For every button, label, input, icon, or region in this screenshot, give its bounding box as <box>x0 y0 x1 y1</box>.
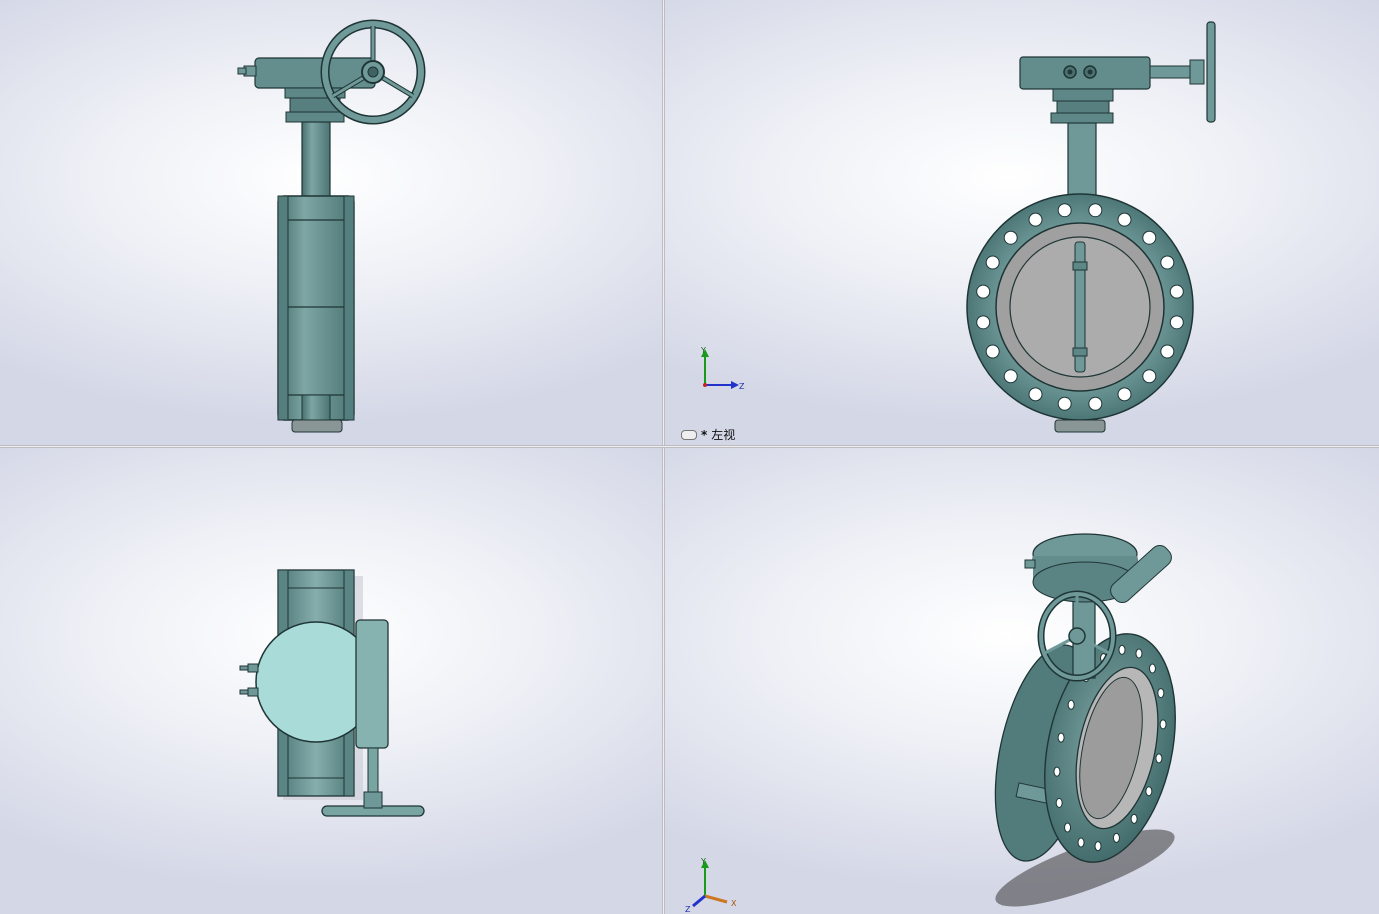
bolt-hole <box>1169 315 1184 330</box>
bolt-hole <box>1160 255 1175 270</box>
iso-bolt-hole <box>1094 841 1102 852</box>
valve-front-view-model[interactable] <box>0 0 662 445</box>
triad-iso-z-label: Z <box>685 905 691 914</box>
bolt-hole <box>1003 369 1018 384</box>
bolt-hole <box>1142 230 1157 245</box>
valve-left-view-model[interactable] <box>665 0 1379 445</box>
view-name-label: * 左视 <box>681 426 735 443</box>
iso-bolt-hole <box>1159 719 1167 730</box>
iso-bolt-hole <box>1053 766 1061 777</box>
iso-bolt-hole <box>1057 732 1065 743</box>
axis-triad-left-view: Y Z <box>700 346 745 391</box>
bolt-hole <box>1169 284 1184 299</box>
iso-bolt-hole <box>1145 786 1153 797</box>
view-name-text: 左视 <box>711 428 736 442</box>
viewport-front-view[interactable] <box>0 0 662 445</box>
viewport-isometric-view[interactable]: Y X Z <box>665 448 1379 914</box>
iso-bolt-hole <box>1157 688 1165 699</box>
bolt-hole <box>1088 203 1103 218</box>
bolt-hole <box>985 255 1000 270</box>
triad-z-label: Z <box>739 382 745 391</box>
viewport-left-view[interactable]: Y Z * 左视 <box>665 0 1379 445</box>
bolt-hole <box>976 315 991 330</box>
viewport-splitter-vertical[interactable] <box>662 0 665 914</box>
iso-bolt-hole <box>1130 813 1138 824</box>
valve-isometric-model[interactable] <box>665 448 1379 914</box>
bolt-hole <box>1028 387 1043 402</box>
iso-bolt-hole <box>1067 699 1075 710</box>
link-view-icon[interactable] <box>681 429 697 440</box>
bolt-hole <box>1142 369 1157 384</box>
viewport-top-view[interactable] <box>0 448 662 914</box>
bolt-hole <box>1028 212 1043 227</box>
modified-marker: * <box>701 427 708 442</box>
bolt-hole <box>1117 212 1132 227</box>
axis-triad-isometric: Y X Z <box>685 857 737 914</box>
iso-bolt-hole <box>1118 644 1126 655</box>
bolt-hole <box>1057 396 1072 411</box>
iso-bolt-hole <box>1077 837 1085 848</box>
valve-top-view-model[interactable] <box>0 448 662 914</box>
viewport-splitter-horizontal[interactable] <box>0 445 1379 448</box>
bolt-hole <box>1088 396 1103 411</box>
bolt-hole <box>976 284 991 299</box>
bolt-hole <box>1003 230 1018 245</box>
iso-bolt-hole <box>1055 797 1063 808</box>
bolt-hole <box>1160 344 1175 359</box>
iso-bolt-hole <box>1135 648 1143 659</box>
iso-bolt-hole <box>1064 822 1072 833</box>
iso-bolt-hole <box>1155 753 1163 764</box>
bolt-hole <box>1117 387 1132 402</box>
triad-iso-x-label: X <box>731 899 737 908</box>
iso-bolt-hole <box>1112 832 1120 843</box>
triad-y-label: Y <box>700 346 706 355</box>
iso-bolt-hole <box>1148 663 1156 674</box>
bolt-hole <box>1057 203 1072 218</box>
bolt-hole <box>985 344 1000 359</box>
triad-iso-y-label: Y <box>700 857 706 866</box>
